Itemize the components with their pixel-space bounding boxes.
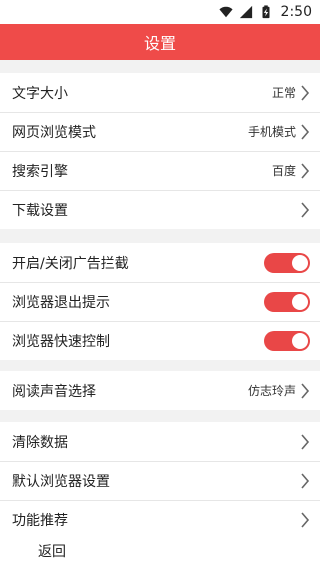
- settings-group-general: 文字大小 正常 网页浏览模式 手机模式 搜索引擎 百度 下载设置: [0, 73, 320, 229]
- setting-label: 阅读声音选择: [12, 383, 96, 400]
- setting-quick-control: 浏览器快速控制: [0, 321, 320, 360]
- setting-value: 正常: [271, 86, 296, 100]
- chevron-right-icon: [301, 201, 310, 218]
- setting-reading-voice[interactable]: 阅读声音选择 仿志玲声: [0, 371, 320, 410]
- chevron-right-icon: [301, 382, 310, 399]
- toggle-knob: [292, 254, 308, 271]
- status-bar: 2:50: [0, 0, 320, 24]
- status-icons: 2:50: [218, 3, 312, 21]
- chevron-right-icon: [301, 123, 310, 140]
- setting-label: 网页浏览模式: [12, 124, 96, 141]
- setting-label: 默认浏览器设置: [12, 473, 110, 490]
- setting-ad-block: 开启/关闭广告拦截: [0, 243, 320, 282]
- setting-label: 浏览器退出提示: [12, 294, 110, 311]
- signal-icon: [239, 5, 252, 19]
- settings-group-other: 清除数据 默认浏览器设置 功能推荐: [0, 422, 320, 539]
- setting-default-browser[interactable]: 默认浏览器设置: [0, 461, 320, 500]
- chevron-right-icon: [301, 433, 310, 450]
- wifi-icon: [218, 6, 233, 18]
- setting-label: 功能推荐: [12, 512, 68, 529]
- toggle-knob: [292, 293, 308, 310]
- setting-clear-data[interactable]: 清除数据: [0, 422, 320, 461]
- setting-value: 百度: [271, 164, 296, 178]
- setting-browse-mode[interactable]: 网页浏览模式 手机模式: [0, 112, 320, 151]
- quick-control-toggle[interactable]: [264, 330, 310, 351]
- setting-label: 开启/关闭广告拦截: [12, 255, 129, 272]
- setting-label: 下载设置: [12, 202, 68, 219]
- title-bar: 设置: [0, 24, 320, 60]
- setting-value: 仿志玲声: [247, 384, 296, 398]
- battery-charging-icon: [262, 5, 270, 19]
- setting-font-size[interactable]: 文字大小 正常: [0, 73, 320, 112]
- setting-label: 清除数据: [12, 434, 68, 451]
- setting-value: 手机模式: [247, 125, 296, 139]
- setting-label: 浏览器快速控制: [12, 333, 110, 350]
- settings-group-voice: 阅读声音选择 仿志玲声: [0, 371, 320, 410]
- page-title: 设置: [143, 34, 176, 53]
- chevron-right-icon: [301, 472, 310, 489]
- bottom-bar: 返回: [0, 534, 320, 568]
- exit-prompt-toggle[interactable]: [264, 291, 310, 312]
- settings-group-toggles: 开启/关闭广告拦截 浏览器退出提示 浏览器快速控制: [0, 243, 320, 360]
- setting-label: 文字大小: [12, 85, 68, 102]
- chevron-right-icon: [301, 162, 310, 179]
- setting-download[interactable]: 下载设置: [0, 190, 320, 229]
- setting-search-engine[interactable]: 搜索引擎 百度: [0, 151, 320, 190]
- setting-exit-prompt: 浏览器退出提示: [0, 282, 320, 321]
- back-button[interactable]: 返回: [38, 541, 66, 561]
- status-time: 2:50: [280, 4, 312, 20]
- chevron-right-icon: [301, 511, 310, 528]
- toggle-knob: [292, 332, 308, 349]
- ad-block-toggle[interactable]: [264, 252, 310, 273]
- setting-label: 搜索引擎: [12, 163, 68, 180]
- chevron-right-icon: [301, 84, 310, 101]
